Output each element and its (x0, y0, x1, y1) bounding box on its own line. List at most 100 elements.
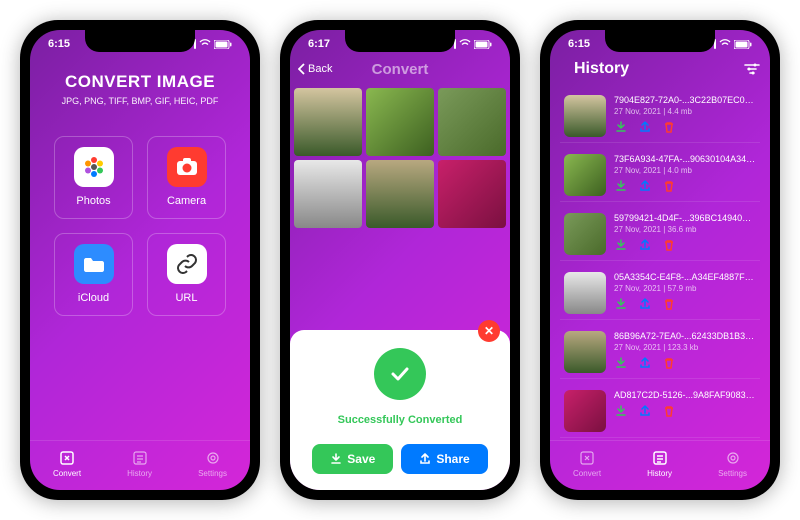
download-button[interactable] (614, 179, 628, 193)
battery-icon (734, 40, 752, 49)
source-photos[interactable]: Photos (54, 136, 133, 219)
share-button[interactable] (638, 120, 652, 134)
tab-label: Convert (53, 469, 81, 478)
wifi-icon (199, 39, 211, 49)
source-icloud[interactable]: iCloud (54, 233, 133, 316)
file-info: 05A3354C-E4F8-...A34EF4887FF.png 27 Nov,… (614, 272, 756, 314)
download-button[interactable] (614, 120, 628, 134)
thumbnail[interactable] (366, 160, 434, 228)
history-row[interactable]: 05A3354C-E4F8-...A34EF4887FF.png 27 Nov,… (560, 267, 760, 320)
nav-title: Convert (372, 61, 429, 78)
home-content: CONVERT IMAGE JPG, PNG, TIFF, BMP, GIF, … (30, 54, 250, 440)
delete-button[interactable] (662, 404, 676, 418)
source-grid: Photos Camera iCloud (30, 106, 250, 346)
tab-label: History (127, 469, 152, 478)
page-title: CONVERT IMAGE (30, 72, 250, 92)
photos-icon (74, 147, 114, 187)
tab-settings[interactable]: Settings (198, 449, 227, 478)
source-camera[interactable]: Camera (147, 136, 226, 219)
history-row[interactable]: AD817C2D-5126-...9A8FAF908324.jpg (560, 385, 760, 438)
share-button[interactable] (638, 179, 652, 193)
chevron-left-icon (298, 63, 306, 75)
file-meta: 27 Nov, 2021 | 4.4 mb (614, 107, 756, 116)
tab-convert[interactable]: Convert (53, 449, 81, 478)
check-icon (374, 348, 426, 400)
button-label: Save (347, 452, 375, 466)
delete-button[interactable] (662, 297, 676, 311)
history-row[interactable]: 73F6A934-47FA-...90630104A34.heic 27 Nov… (560, 149, 760, 202)
share-button[interactable] (638, 356, 652, 370)
filter-icon (744, 62, 760, 76)
file-name: 86B96A72-7EA0-...62433DB1B3A2.tiff (614, 331, 756, 341)
wifi-icon (459, 39, 471, 49)
notch (605, 30, 715, 52)
file-info: AD817C2D-5126-...9A8FAF908324.jpg (614, 390, 756, 432)
file-meta: 27 Nov, 2021 | 57.9 mb (614, 284, 756, 293)
nav-bar: History (550, 54, 770, 84)
tabbar: Convert History Settings (550, 440, 770, 490)
tab-history[interactable]: History (127, 449, 152, 478)
gear-icon (724, 449, 742, 467)
page-title: History (560, 60, 629, 78)
share-button[interactable] (638, 297, 652, 311)
tab-settings[interactable]: Settings (718, 449, 747, 478)
battery-icon (214, 40, 232, 49)
thumbnail[interactable] (438, 88, 506, 156)
filter-button[interactable] (744, 62, 760, 76)
tab-convert[interactable]: Convert (573, 449, 601, 478)
thumbnail[interactable] (294, 160, 362, 228)
download-button[interactable] (614, 404, 628, 418)
thumbnail (564, 331, 606, 373)
file-name: 59799421-4D4F-...396BC149408.bmp (614, 213, 756, 223)
download-button[interactable] (614, 297, 628, 311)
download-button[interactable] (614, 356, 628, 370)
delete-button[interactable] (662, 356, 676, 370)
screen-history: 6:15 History 7904E827-72A0-...3C22B07EC0… (550, 30, 770, 490)
source-url[interactable]: URL (147, 233, 226, 316)
action-buttons: Save Share (312, 444, 487, 474)
file-info: 73F6A934-47FA-...90630104A34.heic 27 Nov… (614, 154, 756, 196)
phone-2: 6:17 Back Convert (280, 20, 520, 500)
history-list[interactable]: 7904E827-72A0-...3C22B07EC043.pdf 27 Nov… (550, 84, 770, 440)
delete-button[interactable] (662, 179, 676, 193)
share-button[interactable] (638, 238, 652, 252)
file-name: 7904E827-72A0-...3C22B07EC043.pdf (614, 95, 756, 105)
notch (345, 30, 455, 52)
card-label: Camera (167, 195, 206, 207)
delete-button[interactable] (662, 238, 676, 252)
screen-home: 6:15 CONVERT IMAGE JPG, PNG, TIFF, BMP, … (30, 30, 250, 490)
back-button[interactable]: Back (298, 63, 332, 75)
history-icon (651, 449, 669, 467)
share-icon (419, 453, 431, 465)
file-info: 86B96A72-7EA0-...62433DB1B3A2.tiff 27 No… (614, 331, 756, 373)
save-button[interactable]: Save (312, 444, 393, 474)
clock: 6:15 (568, 38, 590, 50)
row-actions (614, 238, 756, 252)
screen-convert: 6:17 Back Convert (290, 30, 510, 490)
thumbnail[interactable] (366, 88, 434, 156)
close-button[interactable]: ✕ (478, 320, 500, 342)
history-row[interactable]: 59799421-4D4F-...396BC149408.bmp 27 Nov,… (560, 208, 760, 261)
history-row[interactable]: 86B96A72-7EA0-...62433DB1B3A2.tiff 27 No… (560, 326, 760, 379)
convert-icon (578, 449, 596, 467)
phone-3: 6:15 History 7904E827-72A0-...3C22B07EC0… (540, 20, 780, 500)
share-button[interactable]: Share (401, 444, 487, 474)
row-actions (614, 179, 756, 193)
wifi-icon (719, 39, 731, 49)
thumbnail (564, 154, 606, 196)
thumbnail[interactable] (438, 160, 506, 228)
download-button[interactable] (614, 238, 628, 252)
tab-label: Convert (573, 469, 601, 478)
delete-button[interactable] (662, 120, 676, 134)
link-icon (167, 244, 207, 284)
nav-bar: Back Convert (290, 54, 510, 84)
tab-history[interactable]: History (647, 449, 672, 478)
share-button[interactable] (638, 404, 652, 418)
history-row[interactable]: 7904E827-72A0-...3C22B07EC043.pdf 27 Nov… (560, 90, 760, 143)
thumbnail[interactable] (294, 88, 362, 156)
back-label: Back (308, 63, 332, 75)
row-actions (614, 120, 756, 134)
gear-icon (204, 449, 222, 467)
convert-icon (58, 449, 76, 467)
success-sheet: ✕ Successfully Converted Save Share (290, 330, 510, 490)
